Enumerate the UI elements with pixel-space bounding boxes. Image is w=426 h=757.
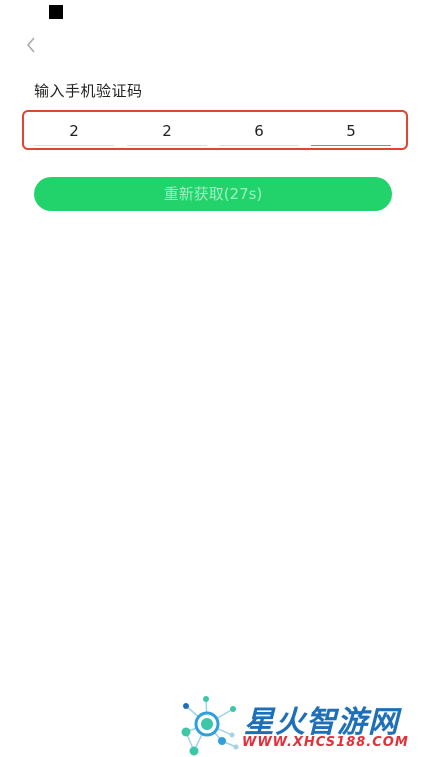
watermark-url: WWW.XHCS188.COM (242, 735, 409, 750)
watermark: 星火智游网 WWW.XHCS188.COM (176, 695, 426, 757)
molecule-logo-icon (181, 696, 239, 756)
status-bar-indicator (49, 5, 63, 19)
code-digit-3[interactable]: 6 (219, 119, 299, 146)
chevron-left-icon (26, 37, 35, 53)
code-digit-1[interactable]: 2 (34, 119, 114, 146)
back-button[interactable] (20, 32, 42, 58)
page-title: 输入手机验证码 (34, 82, 143, 100)
code-digit-4[interactable]: 5 (311, 119, 391, 146)
resend-code-button[interactable]: 重新获取(27s) (34, 177, 392, 211)
code-digit-2[interactable]: 2 (127, 119, 207, 146)
